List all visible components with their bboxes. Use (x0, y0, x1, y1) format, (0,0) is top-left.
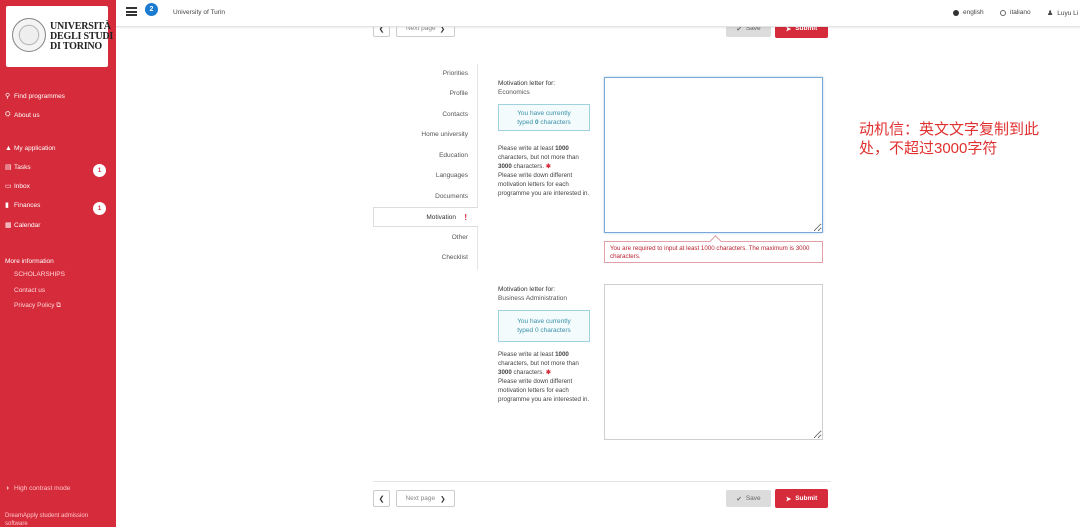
letter-2-label: Motivation letter for: (498, 286, 556, 293)
university-logo[interactable]: UNIVERSITÀ DEGLI STUDI DI TORINO (6, 6, 114, 67)
document-icon: ▮ (5, 202, 9, 209)
letter-1-char-counter: You have currently typed 0 characters (498, 104, 590, 131)
user-icon: ♟ (1047, 10, 1054, 17)
radio-unselected-icon (1000, 9, 1006, 16)
nav-inbox[interactable]: ▭ Inbox (5, 179, 30, 193)
lang-italiano-label: italiano (1010, 9, 1031, 16)
letter-2-programme: Business Administration (498, 295, 568, 302)
letter-2-char-count: 0 (534, 327, 539, 334)
tab-priorities[interactable]: Priorities (373, 70, 468, 77)
nav-finances[interactable]: ▮ Finances (5, 198, 40, 212)
privacy-policy-label: Privacy Policy (14, 302, 55, 309)
nav-my-application-label: My application (14, 144, 56, 152)
tab-languages[interactable]: Languages (373, 172, 468, 179)
high-contrast-label: High contrast mode (14, 484, 71, 492)
letter-1-textarea[interactable] (604, 77, 823, 233)
warning-exclamation-icon: ! (464, 213, 467, 222)
nav-tasks[interactable]: ▤ Tasks (5, 160, 31, 174)
required-asterisk-icon: ✱ (545, 163, 552, 170)
link-scholarships[interactable]: SCHOLARSHIPS (14, 271, 65, 278)
tasks-count-badge: 1 (93, 164, 106, 177)
external-link-icon: ⧉ (56, 302, 61, 309)
annotation-note: 动机信：英文文字复制到此处，不超过3000字符 (859, 121, 1040, 157)
sidebar: UNIVERSITÀ DEGLI STUDI DI TORINO ⚲ Find … (0, 0, 116, 527)
nav-find-programmes[interactable]: ⚲ Find programmes (5, 89, 65, 103)
tab-checklist[interactable]: Checklist (373, 254, 468, 261)
letter-1-heading: Motivation letter for: Economics (498, 79, 555, 97)
next-page-label: Next page (405, 495, 436, 502)
nav-find-programmes-label: Find programmes (14, 92, 65, 100)
prev-page-button[interactable]: ❮ (373, 490, 390, 507)
search-icon: ⚲ (5, 93, 11, 100)
lang-english[interactable]: english (953, 9, 984, 16)
more-information-heading: More information (5, 257, 54, 265)
app-title: University of Turin (173, 9, 226, 16)
nav-inbox-label: Inbox (14, 182, 30, 190)
letter-1-error-tooltip: You are required to input at least 1000 … (604, 241, 823, 263)
submit-label: Submit (795, 495, 818, 502)
nav-my-application[interactable]: ▲ My application (5, 141, 56, 155)
university-seal-icon (12, 18, 46, 52)
tab-documents[interactable]: Documents (373, 193, 468, 200)
contrast-icon: ◑ (5, 484, 10, 492)
notification-badge[interactable]: 2 (145, 3, 158, 16)
check-icon: ✔ (736, 495, 742, 503)
nav-calendar[interactable]: ▦ Calendar (5, 218, 40, 232)
tab-profile[interactable]: Profile (373, 90, 468, 97)
link-privacy-policy[interactable]: Privacy Policy ⧉ (14, 302, 61, 310)
finances-count-badge: 1 (93, 202, 106, 215)
send-icon: ➤ (785, 495, 792, 503)
save-label: Save (745, 495, 761, 502)
footer-credit[interactable]: DreamApply student admission software (5, 512, 88, 528)
nav-calendar-label: Calendar (14, 221, 41, 229)
tab-home-university[interactable]: Home university (373, 131, 468, 138)
save-button[interactable]: ✔ Save (726, 490, 771, 507)
tab-motivation-label: Motivation (426, 214, 456, 221)
calendar-icon: ▦ (5, 222, 12, 229)
tab-contacts[interactable]: Contacts (373, 111, 468, 118)
lang-italiano[interactable]: italiano (1000, 9, 1031, 16)
nav-tasks-label: Tasks (14, 163, 31, 171)
letter-2-instructions: Please write at least 1000 characters, b… (498, 351, 590, 403)
lang-english-label: english (963, 9, 984, 16)
letter-1-programme: Economics (498, 89, 530, 96)
tab-other[interactable]: Other (373, 234, 468, 241)
letter-1-label: Motivation letter for: (498, 80, 556, 87)
next-page-button[interactable]: Next page ❯ (396, 490, 455, 507)
high-contrast-toggle[interactable]: ◑ High contrast mode (5, 481, 70, 495)
letter-1-instructions: Please write at least 1000 characters, b… (498, 145, 590, 197)
letter-1-char-count: 0 (534, 119, 539, 126)
tasks-icon: ▤ (5, 164, 12, 171)
user-menu[interactable]: ♟ Luyu Li (1047, 9, 1079, 18)
letter-2-char-counter: You have currently typed 0 characters (498, 310, 590, 342)
nav-about-us-label: About us (14, 111, 40, 119)
link-contact-us[interactable]: Contact us (14, 287, 45, 294)
nav-finances-label: Finances (14, 201, 41, 209)
user-name: Luyu Li (1057, 9, 1079, 17)
bank-icon: ⛭ (5, 111, 11, 118)
top-bar: 2 University of Turin english italiano ♟… (116, 0, 1080, 27)
logo-text: UNIVERSITÀ DEGLI STUDI DI TORINO (50, 21, 114, 52)
tab-motivation[interactable]: Motivation ! (373, 207, 478, 227)
radio-selected-icon (953, 9, 959, 16)
bottom-divider (373, 481, 831, 482)
tab-education[interactable]: Education (373, 152, 468, 159)
graduation-cap-icon: ▲ (5, 144, 12, 152)
submit-button[interactable]: ➤ Submit (775, 489, 828, 508)
menu-icon[interactable] (126, 7, 137, 16)
required-asterisk-icon: ✱ (545, 369, 552, 376)
tabs-divider (477, 64, 478, 270)
letter-2-heading: Motivation letter for: Business Administ… (498, 285, 567, 303)
chevron-left-icon: ❮ (378, 495, 385, 503)
inbox-icon: ▭ (5, 183, 12, 190)
chevron-right-icon: ❯ (440, 495, 446, 503)
nav-about-us[interactable]: ⛭ About us (5, 108, 40, 122)
letter-2-textarea[interactable] (604, 284, 823, 440)
